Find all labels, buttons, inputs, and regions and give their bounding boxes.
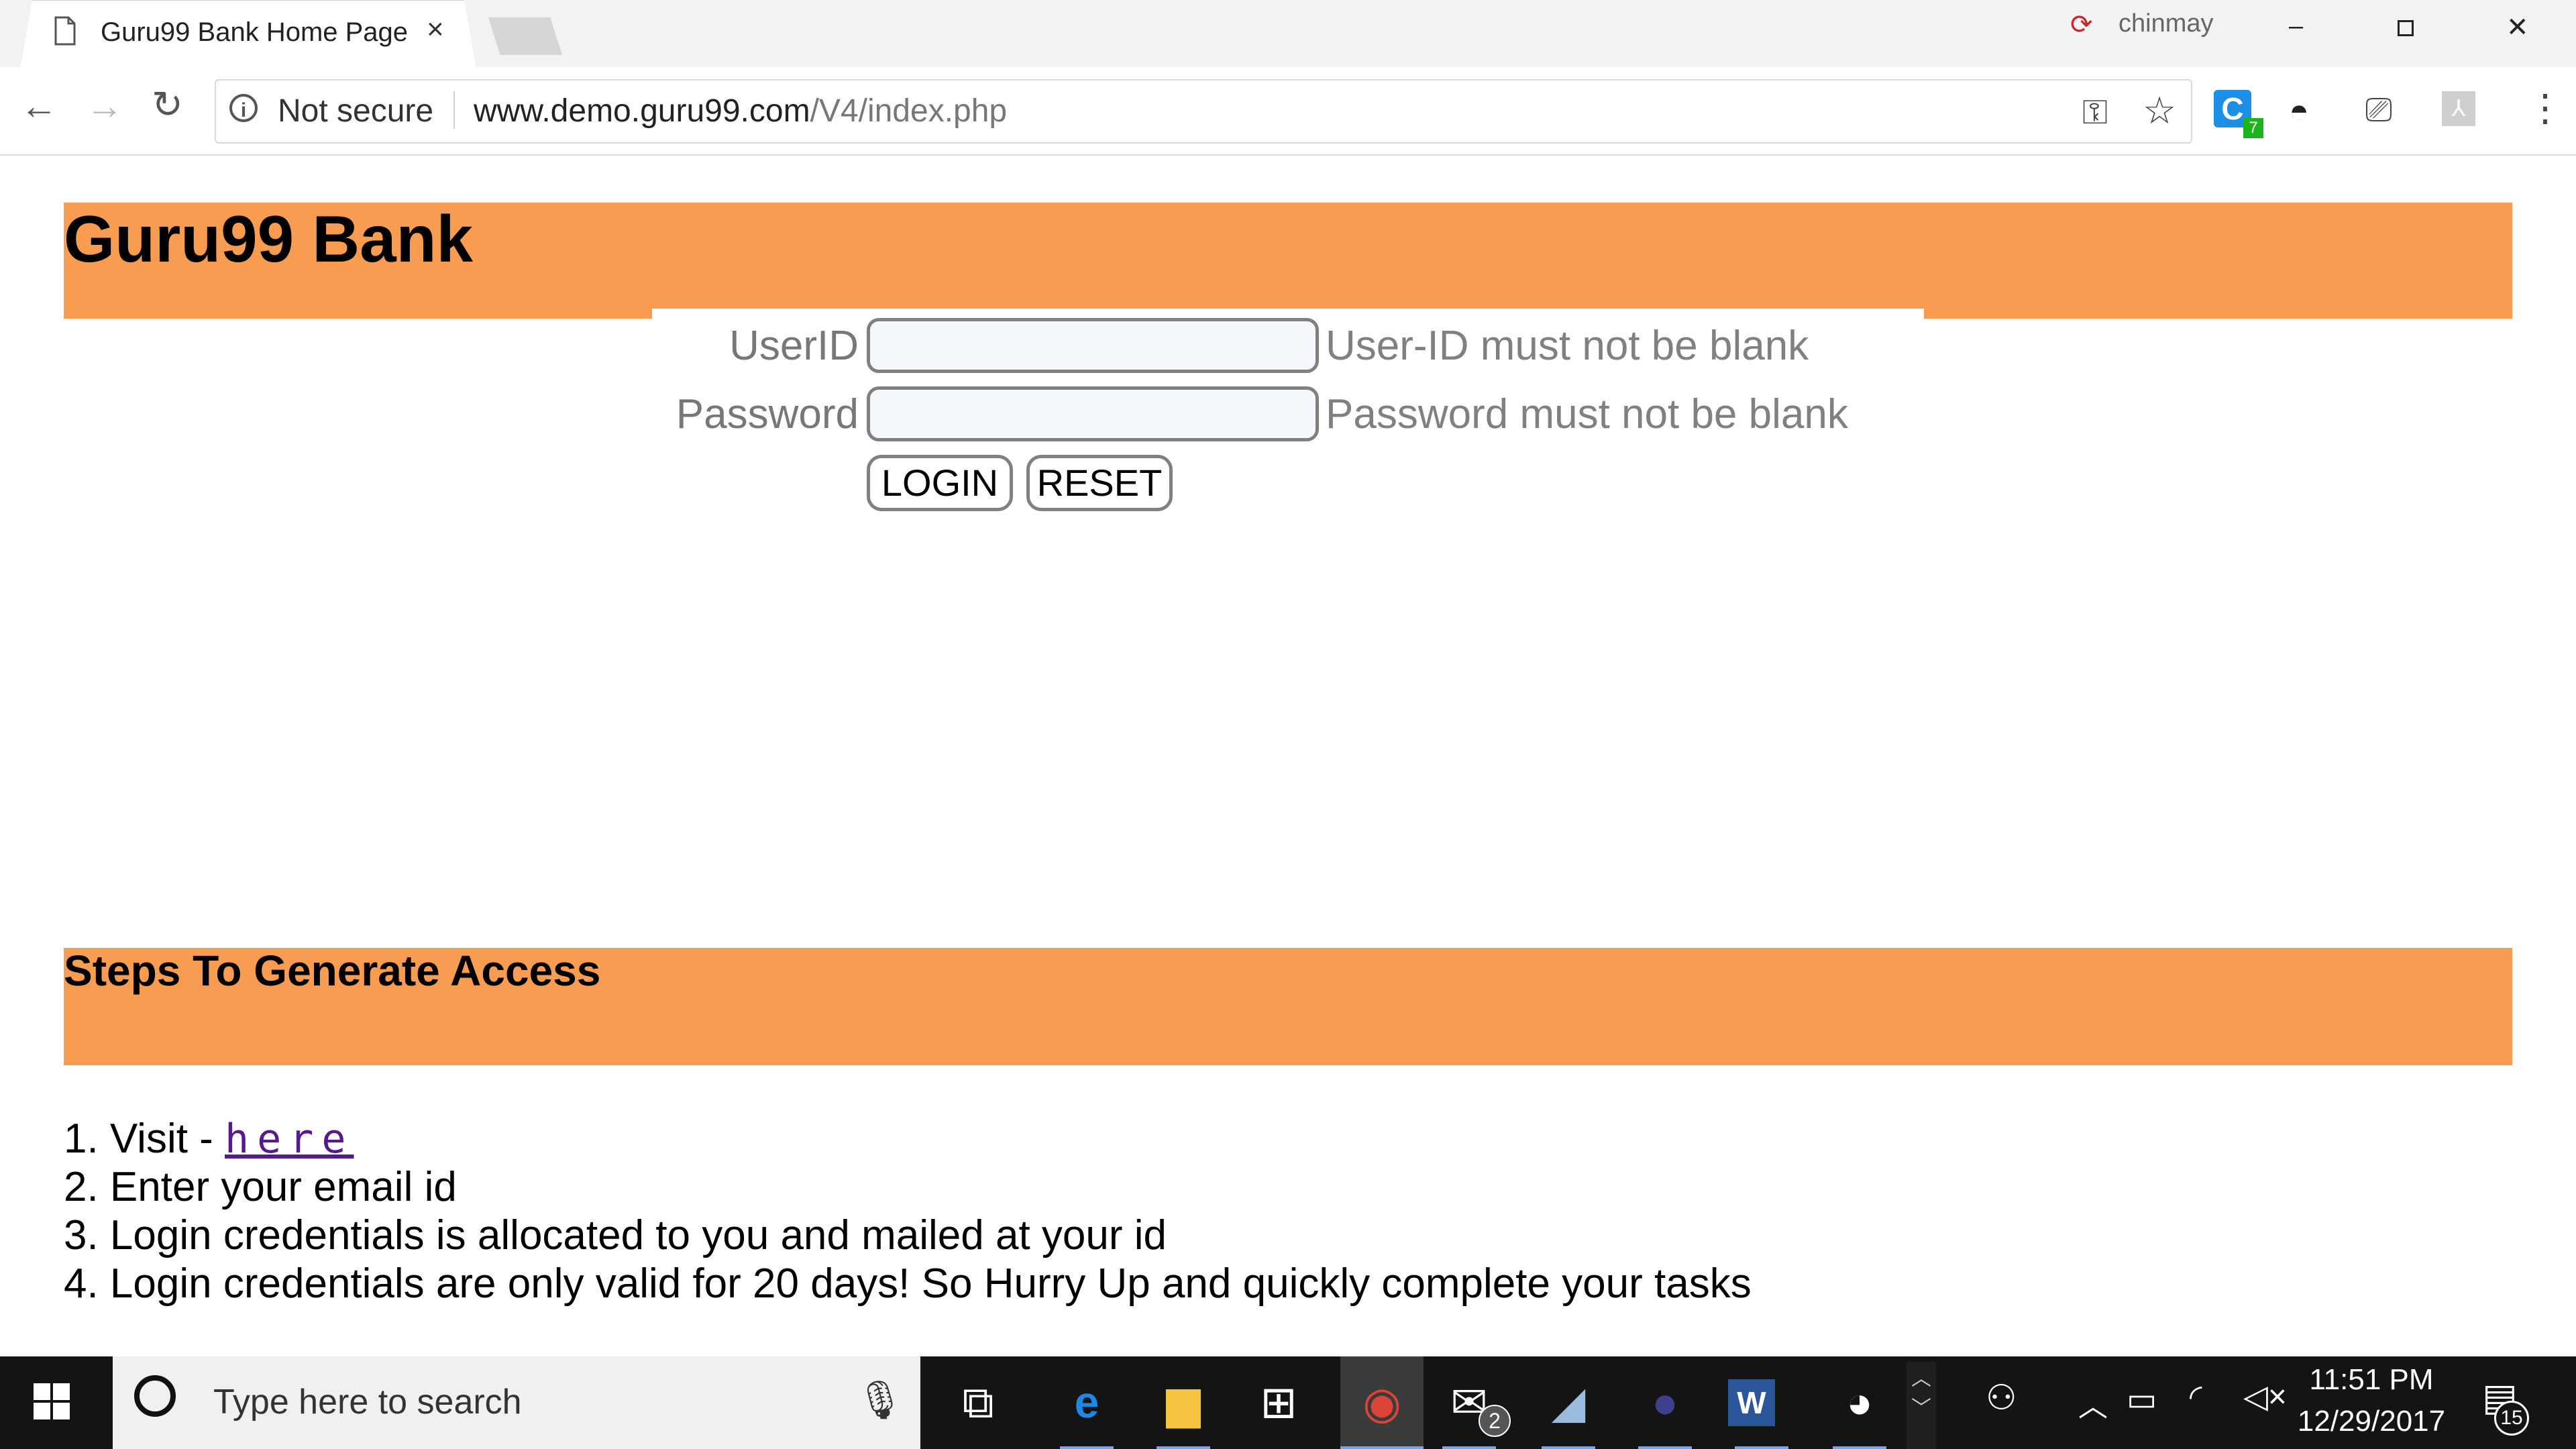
step-1-text: 1. Visit -: [64, 1116, 225, 1162]
clock-date[interactable]: 12/29/2017: [2281, 1405, 2462, 1438]
tab-title[interactable]: Guru99 Bank Home Page: [101, 17, 408, 48]
cortana-icon[interactable]: [134, 1375, 176, 1417]
chrome-icon[interactable]: ◉: [1340, 1356, 1424, 1449]
key-icon[interactable]: ⚿: [2082, 93, 2108, 132]
step-item: 4. Login credentials are only valid for …: [64, 1260, 1752, 1307]
restore-icon[interactable]: [2398, 20, 2414, 36]
word-icon[interactable]: W: [1728, 1379, 1775, 1426]
window-close-icon[interactable]: ✕: [2506, 12, 2529, 43]
bookmark-star-icon[interactable]: ☆: [2143, 89, 2176, 133]
minimize-icon[interactable]: –: [2289, 12, 2303, 41]
github-icon[interactable]: ◕: [1826, 1368, 1893, 1436]
password-input[interactable]: [867, 386, 1319, 441]
url-path: /V4/index.php: [810, 93, 1008, 129]
notepad-icon[interactable]: ◢: [1535, 1368, 1602, 1436]
step-item: 2. Enter your email id: [64, 1164, 457, 1210]
eclipse-running-indicator: [1638, 1446, 1692, 1449]
taskbar-scroll-icon[interactable]: ︿ ﹀: [1907, 1362, 1936, 1449]
edge-icon[interactable]: e: [1053, 1368, 1120, 1436]
explorer-running-indicator: [1157, 1446, 1210, 1449]
reset-button[interactable]: RESET: [1026, 455, 1173, 511]
people-icon[interactable]: ⚇: [1986, 1378, 2017, 1418]
edge-running-indicator: [1060, 1446, 1114, 1449]
password-label: Password: [676, 391, 859, 437]
step-item: 1. Visit - here: [64, 1115, 354, 1163]
battery-icon[interactable]: ▭: [2127, 1381, 2157, 1418]
login-button[interactable]: LOGIN: [867, 455, 1013, 511]
mail-badge: 2: [1479, 1405, 1511, 1437]
back-arrow-icon[interactable]: ←: [20, 87, 58, 125]
profile-name[interactable]: chinmay: [2118, 9, 2214, 38]
step-item: 3. Login credentials is allocated to you…: [64, 1212, 1167, 1258]
info-icon[interactable]: i: [229, 94, 258, 122]
menu-dots-icon[interactable]: ⋮: [2526, 86, 2564, 130]
page-title: Guru99 Bank: [64, 202, 473, 276]
userid-input[interactable]: [867, 318, 1319, 373]
microphone-icon[interactable]: 🎙: [856, 1378, 904, 1422]
windows-start-icon[interactable]: [34, 1383, 71, 1421]
cast-icon[interactable]: ⎚: [2365, 90, 2392, 129]
password-error-message: Password must not be blank: [1326, 391, 1848, 437]
search-placeholder[interactable]: Type here to search: [213, 1382, 522, 1422]
extension-badge: 7: [2243, 118, 2263, 138]
store-icon[interactable]: ⊞: [1245, 1368, 1312, 1436]
url-text[interactable]: www.demo.guru99.com/V4/index.php: [474, 93, 1007, 129]
document-icon: [54, 16, 76, 46]
reload-icon[interactable]: ↻: [152, 86, 183, 123]
forward-arrow-icon[interactable]: →: [86, 87, 123, 125]
security-status[interactable]: Not secure: [278, 93, 433, 129]
task-view-icon[interactable]: ⧉: [945, 1368, 1012, 1436]
notification-badge: 15: [2494, 1401, 2529, 1436]
tab-close-icon[interactable]: ×: [427, 15, 444, 44]
mask-extension-icon[interactable]: ◓: [2289, 91, 2309, 130]
userid-error-message: User-ID must not be blank: [1326, 323, 1809, 369]
here-link[interactable]: here: [225, 1116, 354, 1163]
new-tab-button[interactable]: [488, 17, 562, 55]
word-running-indicator: [1735, 1446, 1788, 1449]
url-host: www.demo.guru99.com: [474, 93, 810, 129]
address-separator: [453, 91, 455, 129]
userid-label: UserID: [729, 323, 859, 369]
pdf-extension-icon[interactable]: ⅄: [2442, 91, 2475, 126]
file-explorer-icon[interactable]: ▆: [1150, 1368, 1217, 1436]
tray-chevron-icon[interactable]: ︿: [2078, 1382, 2108, 1425]
eclipse-icon[interactable]: ●: [1631, 1368, 1699, 1436]
mail-running-indicator: [1442, 1446, 1496, 1449]
steps-title: Steps To Generate Access: [64, 947, 601, 995]
clock-time[interactable]: 11:51 PM: [2281, 1363, 2462, 1397]
sync-error-icon[interactable]: ⟳: [2070, 9, 2093, 40]
github-running-indicator: [1833, 1446, 1886, 1449]
chrome-running-indicator: [1340, 1446, 1424, 1449]
wifi-icon[interactable]: ◜: [2190, 1378, 2202, 1415]
notepad-running-indicator: [1542, 1446, 1595, 1449]
